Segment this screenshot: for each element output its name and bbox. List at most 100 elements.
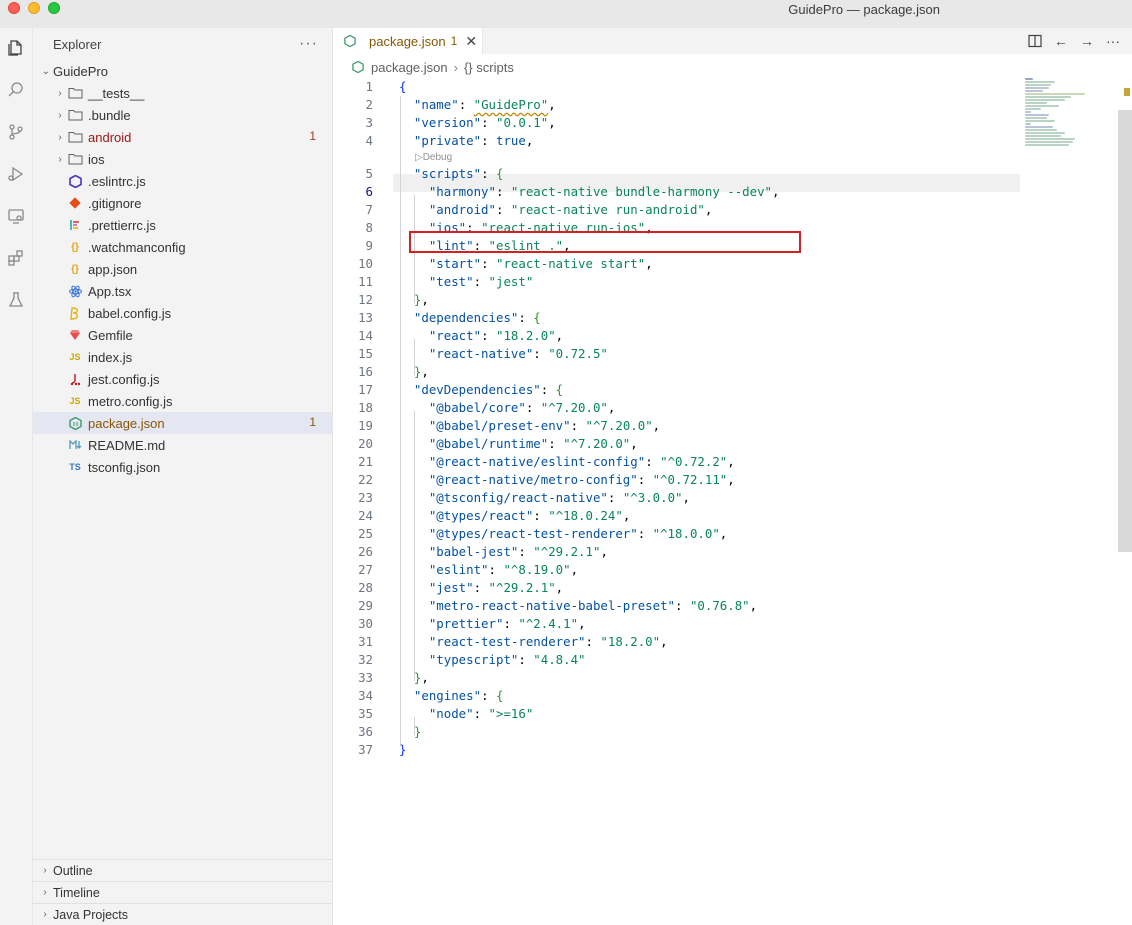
explorer-header: Explorer ···	[33, 28, 332, 60]
code-line-13: 13 "dependencies": {	[358, 310, 541, 325]
code-line-37: 37}	[358, 742, 407, 757]
more-actions-icon[interactable]: ···	[1106, 33, 1120, 49]
code-editor[interactable]: 1{ 2 "name": "GuidePro", 3 "version": "0…	[333, 78, 1023, 759]
tree-item-metro-config[interactable]: JS metro.config.js	[33, 390, 332, 412]
editor-area: package.json 1 ✕ ← → ··· package.json › …	[333, 28, 1132, 925]
markdown-icon	[67, 437, 83, 453]
code-line-25: 25 "@types/react-test-renderer": "^18.0.…	[358, 526, 728, 541]
code-line-35: 35 "node": ">=16"	[358, 706, 534, 721]
jest-icon	[67, 371, 83, 387]
chevron-right-icon: ›	[43, 887, 47, 898]
outline-panel-header[interactable]: › Outline	[33, 859, 333, 881]
ruby-icon	[67, 327, 83, 343]
folder-icon	[67, 151, 83, 167]
tree-item-label: .gitignore	[88, 195, 142, 211]
code-line-2: 2 "name": "GuidePro",	[365, 97, 556, 112]
code-line-36: 36 }	[358, 724, 422, 739]
code-line-3: 3 "version": "0.0.1",	[365, 115, 556, 130]
tree-item-label: README.md	[88, 437, 166, 453]
tree-item-readme[interactable]: README.md	[33, 434, 332, 456]
file-tree: › __tests__ › .bundle › android 1 › ios …	[33, 82, 332, 478]
tree-item-label: .watchmanconfig	[88, 239, 186, 255]
code-line-18: 18 "@babel/core": "^7.20.0",	[358, 400, 616, 415]
code-line-29: 29 "metro-react-native-babel-preset": "0…	[358, 598, 758, 613]
workspace-root[interactable]: ⌄ GuidePro	[33, 60, 332, 82]
tree-item-label: tsconfig.json	[88, 459, 161, 475]
more-actions-icon[interactable]: ···	[299, 35, 318, 53]
timeline-panel-header[interactable]: › Timeline	[33, 881, 333, 903]
code-line-6: 6 "harmony": "react-native bundle-harmon…	[365, 184, 780, 199]
tree-item-app-json[interactable]: {} app.json	[33, 258, 332, 280]
tab-package-json[interactable]: package.json 1 ✕	[333, 28, 483, 54]
tree-item-bundle[interactable]: › .bundle	[33, 104, 332, 126]
code-line-24: 24 "@types/react": "^18.0.24",	[358, 508, 631, 523]
java-projects-panel-header[interactable]: › Java Projects	[33, 903, 333, 925]
js-icon: JS	[69, 352, 81, 362]
tree-item-package-json[interactable]: package.json 1	[33, 412, 332, 434]
code-line-32: 32 "typescript": "4.8.4"	[358, 652, 586, 667]
breadcrumb-file[interactable]: package.json	[371, 60, 448, 75]
eslint-icon	[67, 173, 83, 189]
close-tab-icon[interactable]: ✕	[465, 33, 477, 50]
run-debug-icon[interactable]	[4, 162, 28, 186]
code-line-1: 1{	[365, 79, 407, 94]
tree-item-label: app.json	[88, 261, 138, 277]
workspace-root-label: GuidePro	[53, 63, 108, 79]
tree-item-tsconfig[interactable]: TS tsconfig.json	[33, 456, 332, 478]
tree-item-gemfile[interactable]: Gemfile	[33, 324, 332, 346]
tree-item-label: Gemfile	[88, 327, 133, 343]
react-icon	[67, 283, 83, 299]
tree-item-label: .eslintrc.js	[88, 173, 146, 189]
git-icon	[67, 195, 83, 211]
code-line-10: 10 "start": "react-native start",	[358, 256, 653, 271]
tree-item-watchmanconfig[interactable]: {} .watchmanconfig	[33, 236, 332, 258]
editor-actions: ← → ···	[1028, 33, 1120, 49]
split-editor-icon[interactable]	[1028, 33, 1042, 49]
tabs-bar: package.json 1 ✕ ← → ···	[333, 28, 1132, 54]
tab-problem-count: 1	[450, 34, 458, 48]
tree-item-babel-config[interactable]: babel.config.js	[33, 302, 332, 324]
source-control-icon[interactable]	[4, 120, 28, 144]
tree-item-label: babel.config.js	[88, 305, 172, 321]
extensions-icon[interactable]	[4, 246, 28, 270]
tree-item-tests[interactable]: › __tests__	[33, 82, 332, 104]
search-icon[interactable]	[4, 78, 28, 102]
testing-icon[interactable]	[4, 288, 28, 312]
tree-item-gitignore[interactable]: .gitignore	[33, 192, 332, 214]
panel-label: Outline	[53, 863, 93, 878]
tree-item-ios[interactable]: › ios	[33, 148, 332, 170]
chevron-right-icon: ›	[58, 153, 62, 165]
chevron-right-icon: ›	[43, 865, 47, 876]
tree-item-app-tsx[interactable]: App.tsx	[33, 280, 332, 302]
chevron-right-icon: ›	[58, 131, 62, 143]
tree-item-label: package.json	[88, 415, 165, 431]
nodejs-icon	[343, 34, 357, 48]
files-icon[interactable]	[4, 36, 28, 60]
minimap[interactable]	[1025, 78, 1125, 158]
code-line-4: 4 "private": true,	[365, 133, 534, 148]
chevron-right-icon: ›	[43, 909, 47, 920]
tree-item-index-js[interactable]: JS index.js	[33, 346, 332, 368]
breadcrumb-symbol[interactable]: {} scripts	[464, 60, 514, 75]
sidebar-panels: › Outline › Timeline › Java Projects	[33, 859, 333, 925]
tree-item-android[interactable]: › android 1	[33, 126, 332, 148]
problem-count-badge: 1	[309, 415, 316, 429]
nodejs-icon	[67, 415, 83, 431]
breadcrumb: package.json › {} scripts	[333, 54, 1132, 80]
window-title: GuidePro — package.json	[788, 2, 940, 17]
go-back-icon[interactable]: ←	[1054, 33, 1068, 49]
tree-item-jest-config[interactable]: jest.config.js	[33, 368, 332, 390]
chevron-right-icon: ›	[58, 109, 62, 121]
nodejs-icon	[351, 60, 365, 74]
code-line-31: 31 "react-test-renderer": "18.2.0",	[358, 634, 668, 649]
js-icon: JS	[69, 396, 81, 406]
go-forward-icon[interactable]: →	[1080, 33, 1094, 49]
remote-explorer-icon[interactable]	[4, 204, 28, 228]
explorer-sidebar: Explorer ··· ⌄ GuidePro › __tests__ › .b…	[33, 28, 333, 925]
tree-item-label: android	[88, 129, 132, 145]
debug-codelens[interactable]: ▷Debug	[333, 150, 1023, 165]
tree-item-prettierrc[interactable]: .prettierrc.js	[33, 214, 332, 236]
scrollbar-warning-marker	[1124, 88, 1130, 96]
vertical-scrollbar[interactable]	[1118, 110, 1132, 552]
tree-item-eslintrc[interactable]: .eslintrc.js	[33, 170, 332, 192]
